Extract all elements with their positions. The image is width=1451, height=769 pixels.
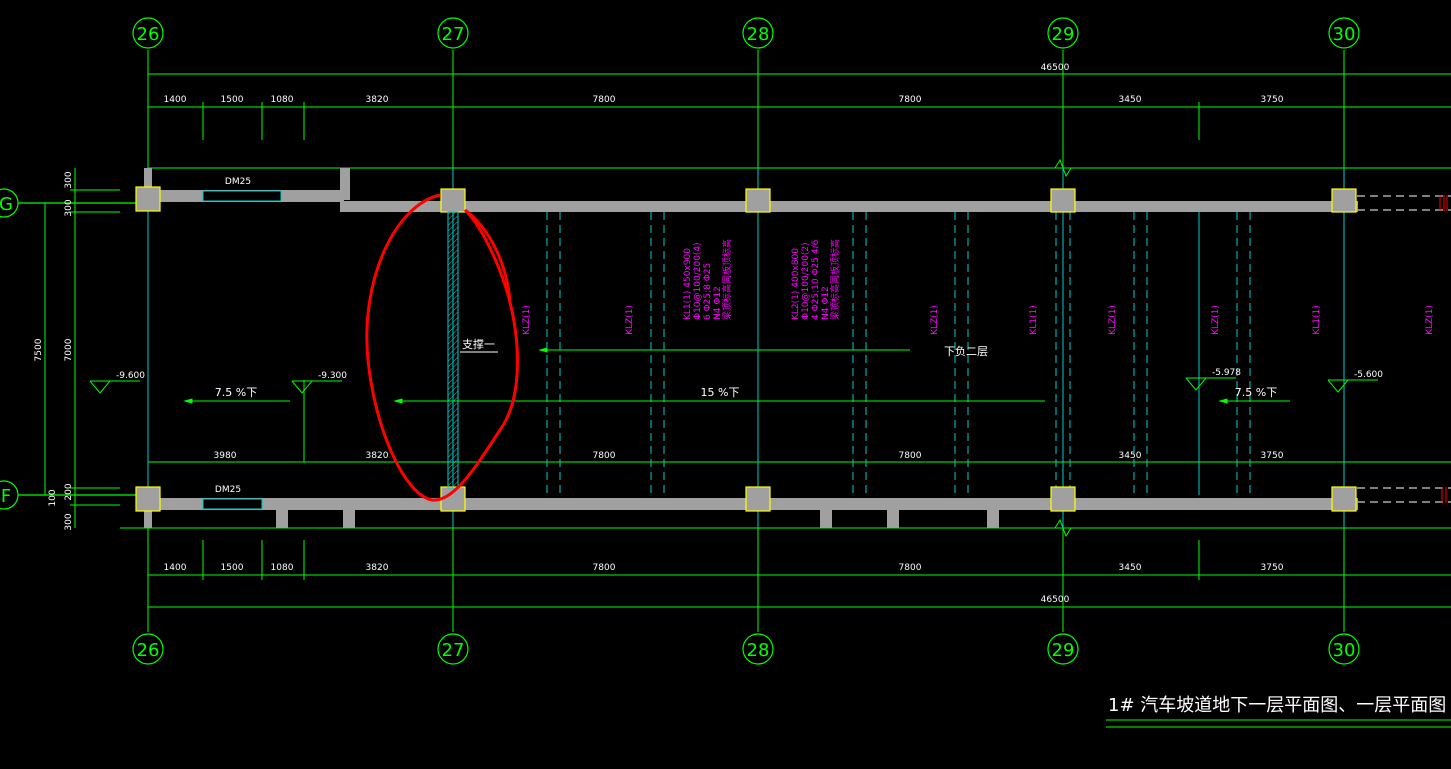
dim-top: 7800 xyxy=(899,95,922,105)
slope-label: 15 %下 xyxy=(701,386,740,399)
beam-detail: 梁顶标高同板顶标高 xyxy=(829,239,841,320)
dim-mid: 3820 xyxy=(366,451,389,461)
beam-detail: Φ10@100/200(4) xyxy=(693,242,703,320)
level-label: -5.978 xyxy=(1212,368,1241,378)
row-label-g: G xyxy=(0,194,13,215)
beam-detail: 4 Φ25;10 Φ25 4/6 xyxy=(811,239,821,320)
dim-left: 300 xyxy=(64,171,74,188)
axis-label-top: 27 xyxy=(442,24,465,45)
dim-left-outer: 7500 xyxy=(34,338,44,361)
level-label: -5.600 xyxy=(1354,370,1383,380)
dim-top: 1500 xyxy=(221,95,244,105)
walls xyxy=(136,168,1358,528)
dim-top: 3750 xyxy=(1261,95,1284,105)
dim-left: 200 xyxy=(64,483,74,500)
door-tag: DM25 xyxy=(225,177,251,187)
dim-top: 7800 xyxy=(593,95,616,105)
overall-dim-bottom: 46500 xyxy=(1041,595,1070,605)
axis-label-bottom: 27 xyxy=(442,640,465,661)
dim-left: 100 xyxy=(48,489,58,506)
level-label: -9.600 xyxy=(116,371,145,381)
beam-label: KLZ(1) xyxy=(522,305,532,335)
beam-detail: N4 Φ12 xyxy=(821,286,831,320)
beam-detail: Φ10@100/200(2) xyxy=(801,242,811,320)
dim-left: 300 xyxy=(64,513,74,530)
down-note: 下负二层 xyxy=(944,344,988,358)
door-openings xyxy=(202,190,282,510)
dim-mid: 7800 xyxy=(593,451,616,461)
beam-detail: 梁顶标高同板顶标高 xyxy=(721,239,733,320)
dimension-lines xyxy=(40,73,1451,608)
beam-label: KLZ(1) xyxy=(1108,305,1118,335)
dashed-right-ext xyxy=(1357,195,1451,503)
beam-detail: KL1(1) 450x900 xyxy=(683,248,693,320)
slope-label: 7.5 %下 xyxy=(1235,386,1277,399)
dim-bottom: 7800 xyxy=(899,563,922,573)
dim-top: 3450 xyxy=(1119,95,1142,105)
door-tag: DM25 xyxy=(215,485,241,495)
red-ticks xyxy=(1439,195,1448,503)
axis-label-top: 30 xyxy=(1333,24,1356,45)
beam-detail: 6 Φ25;8 Φ25 xyxy=(703,263,713,320)
axis-label-top: 28 xyxy=(747,24,770,45)
beam-label: KL1(1) xyxy=(1029,305,1039,334)
axis-label-top: 26 xyxy=(137,24,160,45)
support-note: 支撑一 xyxy=(462,337,495,351)
beam-label: KLZ(1) xyxy=(625,305,635,335)
axis-label-bottom: 29 xyxy=(1052,640,1075,661)
dim-top: 1400 xyxy=(164,95,187,105)
beam-label: KLZ(1) xyxy=(930,305,940,335)
row-label-f: F xyxy=(1,486,11,507)
drawing-title: 1# 汽车坡道地下一层平面图、一层平面图 xyxy=(1108,695,1446,716)
hatched-wall xyxy=(447,211,459,489)
overall-dim-top: 46500 xyxy=(1041,63,1070,73)
dim-bottom: 3450 xyxy=(1119,563,1142,573)
dim-left: 7000 xyxy=(64,338,74,361)
dim-mid: 3750 xyxy=(1261,451,1284,461)
dim-top: 1080 xyxy=(271,95,294,105)
axis-label-bottom: 26 xyxy=(137,640,160,661)
dim-bottom: 1500 xyxy=(221,563,244,573)
beam-detail: N4 Φ12 xyxy=(713,286,723,320)
axis-label-bottom: 28 xyxy=(747,640,770,661)
beam-label: KL1(1) xyxy=(1312,305,1322,334)
beam-detail: KL2(1) 400x800 xyxy=(791,248,801,320)
dim-left: 300 xyxy=(64,199,74,216)
dim-mid: 7800 xyxy=(899,451,922,461)
dim-bottom: 3750 xyxy=(1261,563,1284,573)
title-underline xyxy=(1106,719,1451,728)
dim-bottom: 7800 xyxy=(593,563,616,573)
dim-bottom: 1080 xyxy=(271,563,294,573)
cyan-guides xyxy=(147,168,1345,528)
slope-label: 7.5 %下 xyxy=(215,386,257,399)
level-label: -9.300 xyxy=(318,371,347,381)
axis-label-bottom: 30 xyxy=(1333,640,1356,661)
cad-drawing: 26 27 28 29 30 26 27 28 29 30 G F 46500 … xyxy=(0,17,1451,728)
dim-bottom: 1400 xyxy=(164,563,187,573)
dim-mid: 3450 xyxy=(1119,451,1142,461)
dim-bottom: 3820 xyxy=(366,563,389,573)
beam-label: KLZ(1) xyxy=(1211,305,1221,335)
beam-label: KLZ(1) xyxy=(1425,305,1435,335)
dim-mid: 3980 xyxy=(214,451,237,461)
dim-top: 3820 xyxy=(366,95,389,105)
axis-label-top: 29 xyxy=(1052,24,1075,45)
grid-axis-lines xyxy=(147,50,1345,632)
